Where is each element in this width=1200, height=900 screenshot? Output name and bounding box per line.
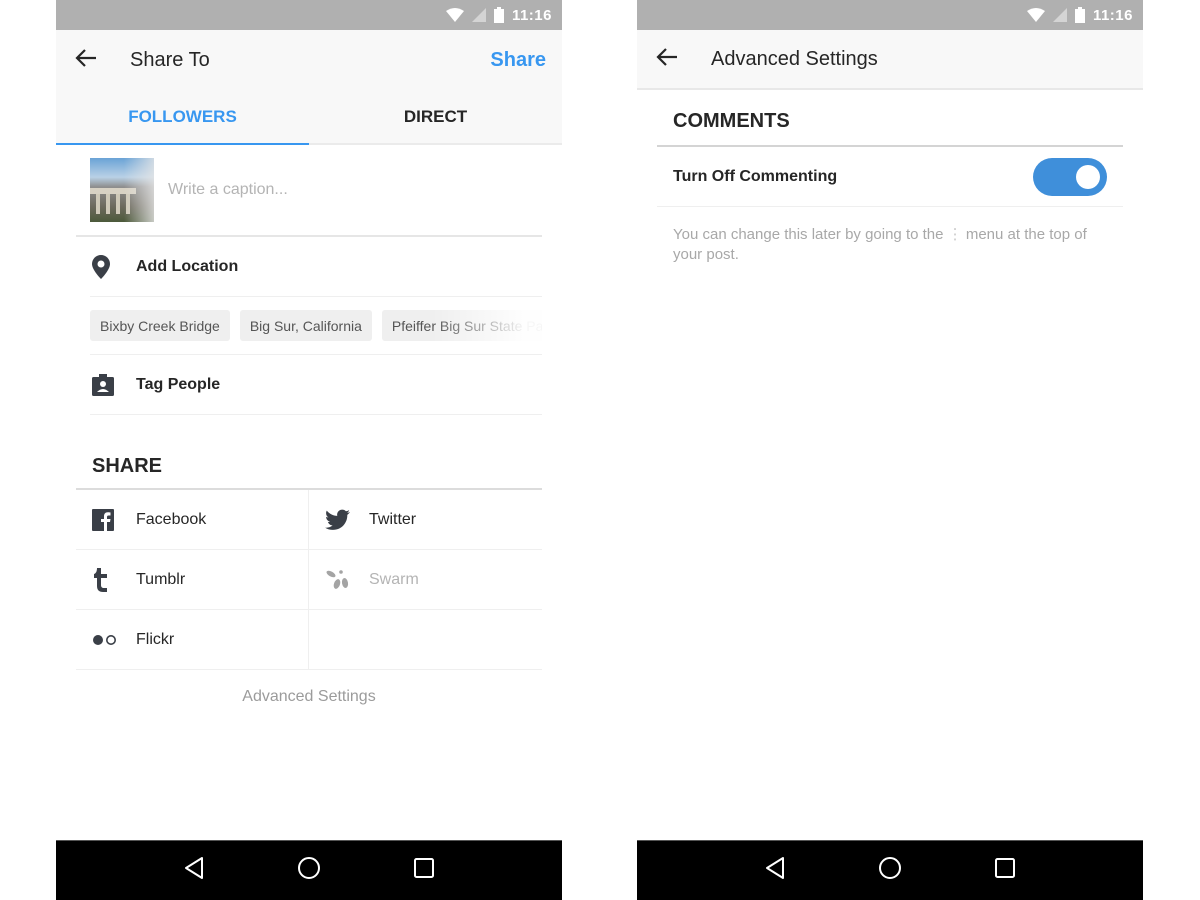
app-bar: Share To Share	[56, 30, 562, 90]
add-location-row[interactable]: Add Location	[90, 237, 542, 297]
battery-icon	[1074, 7, 1085, 23]
arrow-left-icon	[656, 47, 678, 71]
flickr-icon	[92, 634, 122, 646]
battery-icon	[493, 7, 504, 23]
back-button[interactable]	[56, 30, 116, 90]
nav-recents-button[interactable]	[404, 851, 444, 891]
share-service-label: Tumblr	[136, 570, 186, 588]
page-title: Share To	[130, 48, 210, 71]
share-services-grid: Facebook Twitter Tumblr Swarm Flickr	[76, 490, 542, 670]
share-service-label: Flickr	[136, 630, 175, 648]
share-to-screen: 11:16 Share To Share FOLLOWERS DIRECT Wr…	[56, 0, 562, 900]
location-chip[interactable]: Bixby Creek Bridge	[90, 310, 230, 341]
app-bar: Advanced Settings	[637, 30, 1143, 90]
arrow-left-icon	[75, 48, 97, 72]
share-service-label: Twitter	[369, 510, 417, 528]
share-tumblr[interactable]: Tumblr	[76, 550, 309, 610]
toggle-label: Turn Off Commenting	[673, 167, 838, 185]
share-empty-cell	[309, 610, 542, 670]
more-vertical-icon: ⋮	[947, 226, 963, 243]
recents-square-icon	[994, 857, 1016, 884]
comments-section-header: COMMENTS	[657, 90, 1123, 147]
twitter-icon	[325, 509, 355, 531]
advanced-content: COMMENTS Turn Off Commenting You can cha…	[637, 90, 1143, 265]
share-flickr[interactable]: Flickr	[76, 610, 309, 670]
share-swarm[interactable]: Swarm	[309, 550, 542, 610]
facebook-icon	[92, 508, 122, 531]
help-text: You can change this later by going to th…	[657, 207, 1123, 265]
share-service-label: Swarm	[369, 570, 419, 588]
share-facebook[interactable]: Facebook	[76, 490, 309, 550]
tumblr-icon	[92, 567, 122, 592]
signal-icon	[471, 8, 486, 22]
page-title: Advanced Settings	[711, 47, 878, 70]
nav-home-button[interactable]	[870, 851, 910, 891]
location-suggestions: Bixby Creek Bridge Big Sur, California P…	[90, 297, 542, 355]
tag-people-row[interactable]: Tag People	[90, 355, 542, 415]
back-triangle-icon	[764, 856, 786, 885]
advanced-settings-link[interactable]: Advanced Settings	[76, 670, 542, 706]
advanced-settings-screen: 11:16 Advanced Settings COMMENTS Turn Of…	[637, 0, 1143, 900]
tab-followers[interactable]: FOLLOWERS	[56, 90, 309, 145]
share-section-header: SHARE	[76, 415, 542, 490]
back-button[interactable]	[637, 29, 697, 89]
post-thumbnail[interactable]	[90, 158, 154, 222]
nav-back-button[interactable]	[755, 851, 795, 891]
signal-icon	[1052, 8, 1067, 22]
wifi-icon	[1026, 8, 1045, 22]
location-chip[interactable]: Big Sur, California	[239, 310, 372, 341]
nav-back-button[interactable]	[174, 851, 214, 891]
help-text-start: You can change this later by going to th…	[673, 226, 944, 243]
caption-row	[76, 145, 542, 237]
nav-recents-button[interactable]	[985, 851, 1025, 891]
location-pin-icon	[92, 254, 124, 279]
home-circle-icon	[297, 856, 321, 885]
system-nav-bar	[637, 840, 1143, 900]
system-nav-bar	[56, 840, 562, 900]
status-time: 11:16	[1092, 6, 1133, 24]
add-location-label: Add Location	[136, 257, 239, 275]
tab-bar: FOLLOWERS DIRECT	[56, 90, 562, 145]
turn-off-commenting-row: Turn Off Commenting	[657, 147, 1123, 207]
nav-home-button[interactable]	[289, 851, 329, 891]
tab-direct[interactable]: DIRECT	[309, 90, 562, 143]
share-content: Add Location Bixby Creek Bridge Big Sur,…	[56, 145, 562, 706]
wifi-icon	[445, 8, 464, 22]
home-circle-icon	[878, 856, 902, 885]
swarm-icon	[325, 569, 355, 591]
toggle-knob	[1076, 164, 1100, 189]
tag-people-label: Tag People	[136, 375, 221, 393]
caption-input[interactable]	[168, 181, 542, 199]
back-triangle-icon	[183, 856, 205, 885]
tag-person-icon	[92, 373, 124, 396]
recents-square-icon	[413, 857, 435, 884]
share-service-label: Facebook	[136, 510, 207, 528]
share-twitter[interactable]: Twitter	[309, 490, 542, 550]
share-button[interactable]: Share	[490, 49, 546, 72]
status-bar: 11:16	[56, 0, 562, 30]
location-chip[interactable]: Pfeiffer Big Sur State Park	[381, 310, 542, 341]
turn-off-commenting-toggle[interactable]	[1033, 157, 1107, 196]
status-bar: 11:16	[637, 0, 1143, 30]
status-time: 11:16	[511, 6, 552, 24]
